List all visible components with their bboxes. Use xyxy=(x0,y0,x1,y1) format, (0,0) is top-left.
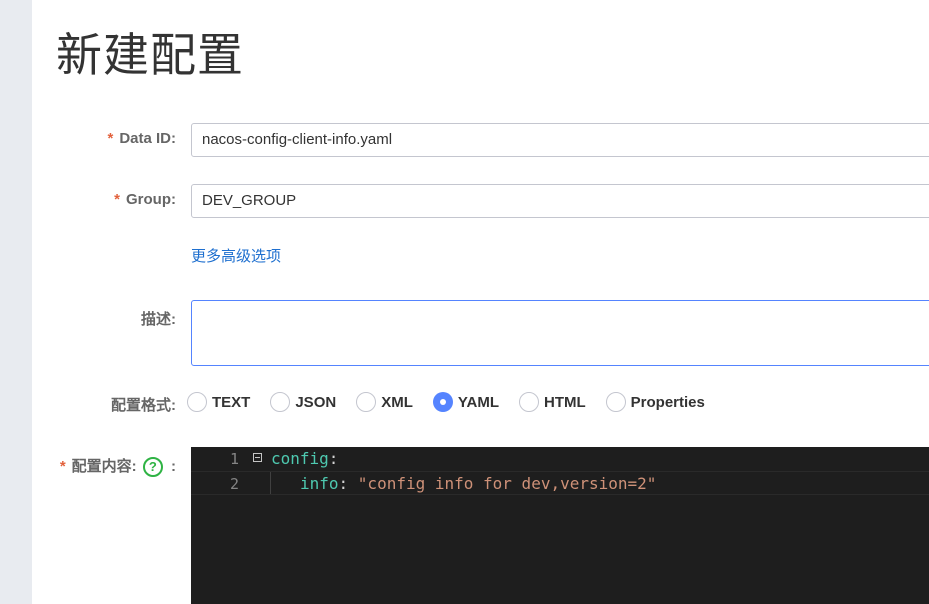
format-radio-yaml[interactable]: YAML xyxy=(432,392,499,412)
required-mark: * xyxy=(59,458,66,475)
required-mark: * xyxy=(107,130,114,147)
radio-circle-checked[interactable] xyxy=(432,392,453,412)
format-label: 配置格式: xyxy=(111,397,176,414)
radio-label: JSON xyxy=(295,393,337,411)
line-number: 2 xyxy=(229,475,239,493)
yaml-separator: : xyxy=(338,474,358,493)
group-input[interactable]: DEV_GROUP xyxy=(191,184,929,218)
code-text: info: "config info for dev,version=2" xyxy=(300,472,656,496)
description-label: 描述: xyxy=(141,311,176,328)
data-id-label: * Data ID: xyxy=(40,130,176,147)
content-label: * 配置内容: ? : xyxy=(40,455,176,478)
radio-circle[interactable] xyxy=(519,392,539,412)
required-mark: * xyxy=(114,191,120,208)
radio-label: TEXT xyxy=(212,393,251,411)
question-circle-icon[interactable]: ? xyxy=(142,457,163,478)
yaml-key: info xyxy=(300,474,339,493)
line-number: 1 xyxy=(229,450,239,468)
editor-line: 1 config: xyxy=(191,447,929,471)
radio-circle[interactable] xyxy=(270,392,291,412)
page-title: 新建配置 xyxy=(56,28,244,82)
radio-circle[interactable] xyxy=(187,392,207,412)
data-id-input[interactable]: nacos-config-client-info.yaml xyxy=(191,123,929,157)
yaml-string-value: "config info for dev,version=2" xyxy=(357,474,657,493)
format-radio-properties[interactable]: Properties xyxy=(605,392,705,412)
radio-circle[interactable] xyxy=(605,392,626,412)
format-radio-json[interactable]: JSON xyxy=(270,392,336,412)
radio-label: YAML xyxy=(457,393,499,411)
radio-label: Properties xyxy=(630,393,705,411)
editor-line-active: 2 info: "config info for dev,version=2" xyxy=(191,471,929,495)
content-label-suffix: : xyxy=(171,458,176,475)
fold-toggle-icon[interactable] xyxy=(253,453,262,462)
radio-circle[interactable] xyxy=(356,392,377,412)
content-label-text: 配置内容: xyxy=(71,458,137,475)
group-label-text: Group: xyxy=(126,191,176,208)
group-label: * Group: xyxy=(40,191,176,208)
code-text: config: xyxy=(271,447,338,471)
yaml-separator: : xyxy=(328,449,339,468)
data-id-label-text: Data ID: xyxy=(119,130,176,147)
code-editor[interactable]: 1 config: 2 info: "config info for dev,v… xyxy=(191,447,929,604)
format-radio-group: TEXT JSON XML YAML HTML Properties xyxy=(187,392,725,412)
radio-label: XML xyxy=(381,393,413,411)
format-radio-text[interactable]: TEXT xyxy=(187,392,250,412)
description-textarea[interactable] xyxy=(191,300,929,366)
left-sidebar-strip xyxy=(0,0,32,604)
format-radio-html[interactable]: HTML xyxy=(519,392,586,412)
advanced-options-link[interactable]: 更多高级选项 xyxy=(191,245,281,266)
format-radio-xml[interactable]: XML xyxy=(356,392,413,412)
radio-label: HTML xyxy=(544,393,586,411)
yaml-key: config xyxy=(271,449,329,468)
